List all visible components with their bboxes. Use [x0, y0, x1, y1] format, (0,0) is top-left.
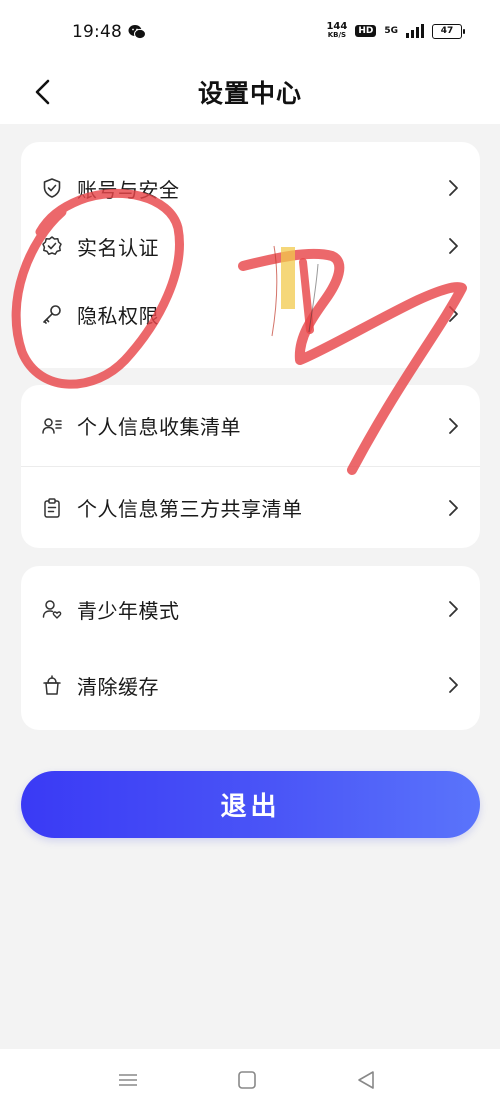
header: 设置中心 — [0, 62, 500, 124]
back-triangle-icon[interactable] — [354, 1069, 378, 1091]
signal-bars-icon — [406, 24, 424, 38]
chevron-right-icon — [449, 306, 458, 322]
settings-group-personal-info: 个人信息收集清单 个人信息第三方共享清单 — [21, 385, 480, 548]
battery-icon: 47 — [432, 23, 465, 39]
badge-check-icon — [41, 235, 63, 257]
settings-item-label: 青少年模式 — [77, 598, 180, 623]
key-icon — [41, 303, 63, 325]
settings-group-account: 账号与安全 实名认证 隐私权限 — [21, 142, 480, 368]
settings-item-third-party-sharing[interactable]: 个人信息第三方共享清单 — [21, 467, 480, 548]
chevron-right-icon — [449, 499, 458, 516]
network-speed: 144 KB/S — [326, 22, 347, 40]
settings-group-misc: 青少年模式 清除缓存 — [21, 566, 480, 730]
settings-item-real-name[interactable]: 实名认证 — [21, 212, 480, 280]
status-time: 19:48 — [72, 22, 122, 42]
settings-item-label: 个人信息收集清单 — [77, 415, 241, 439]
trash-icon — [41, 674, 63, 696]
shield-check-icon — [41, 177, 63, 199]
settings-item-label: 个人信息第三方共享清单 — [77, 497, 303, 521]
clipboard-icon — [41, 497, 63, 519]
status-indicators: 144 KB/S HD 5G 47 — [326, 22, 465, 40]
logout-button[interactable]: 退出 — [21, 771, 480, 838]
network-speed-unit: KB/S — [327, 31, 347, 39]
network-type: 5G — [384, 26, 398, 36]
user-list-icon — [41, 415, 63, 437]
settings-item-label: 账号与安全 — [77, 177, 180, 202]
page-title: 设置中心 — [197, 79, 302, 108]
hd-badge: HD — [355, 25, 377, 37]
home-square-icon[interactable] — [235, 1069, 259, 1091]
menu-icon[interactable] — [116, 1069, 140, 1091]
settings-item-clear-cache[interactable]: 清除缓存 — [21, 650, 480, 720]
chevron-right-icon — [449, 417, 458, 434]
network-speed-value: 144 — [326, 21, 348, 32]
chevron-right-icon — [449, 238, 458, 254]
chevron-right-icon — [449, 677, 458, 693]
settings-item-label: 隐私权限 — [77, 303, 159, 328]
status-bar: 19:48 144 KB/S HD 5G 47 — [0, 0, 500, 62]
user-heart-icon — [41, 598, 63, 620]
settings-item-label: 清除缓存 — [77, 674, 159, 699]
settings-item-privacy[interactable]: 隐私权限 — [21, 280, 480, 348]
settings-item-label: 实名认证 — [77, 235, 159, 260]
settings-item-teen-mode[interactable]: 青少年模式 — [21, 568, 480, 650]
chevron-right-icon — [449, 601, 458, 617]
wechat-icon — [128, 25, 146, 40]
system-nav-bar — [0, 1049, 500, 1111]
chevron-right-icon — [449, 180, 458, 196]
settings-item-info-collection[interactable]: 个人信息收集清单 — [21, 385, 480, 466]
